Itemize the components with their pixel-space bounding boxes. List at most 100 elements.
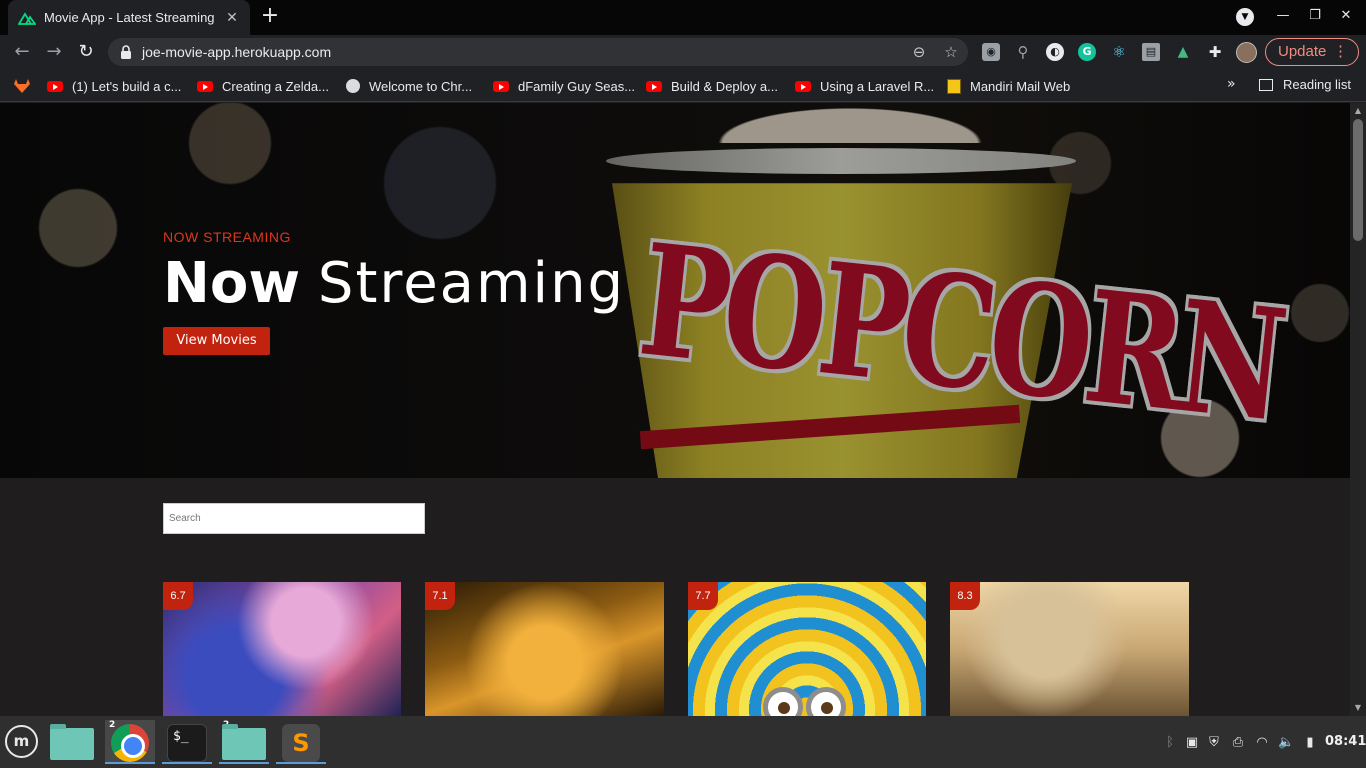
- lock-icon: [121, 45, 131, 59]
- bookmark-label: Creating a Zelda...: [222, 78, 329, 94]
- taskbar-file-manager[interactable]: 2: [219, 720, 269, 764]
- movie-card[interactable]: 7.7: [688, 582, 926, 716]
- react-devtools-extension-icon[interactable]: ⚛: [1110, 43, 1128, 61]
- mail-icon: [947, 78, 961, 94]
- extensions-puzzle-icon[interactable]: ✚: [1206, 43, 1224, 61]
- bookmark-item[interactable]: Welcome to Chr...: [346, 77, 472, 95]
- window-count-badge: 2: [109, 720, 116, 730]
- zoom-icon[interactable]: ⊖: [910, 44, 928, 62]
- bookmark-item[interactable]: dFamily Guy Seas...: [493, 77, 635, 95]
- page-scrollbar[interactable]: ▲ ▼: [1350, 103, 1366, 716]
- active-indicator: [105, 762, 155, 764]
- tab-close-icon[interactable]: ✕: [224, 10, 240, 26]
- more-bookmarks-icon[interactable]: »: [1227, 76, 1236, 92]
- minion-eye: [806, 687, 846, 716]
- document-extension-icon[interactable]: ▤: [1142, 43, 1160, 61]
- os-taskbar: m 2 $_ 2 S ᛒ ▣ ⛨ ⎙ ◠ 🔈 ▮ 08:41: [0, 716, 1366, 768]
- taskbar-files[interactable]: [47, 720, 97, 764]
- battery-icon[interactable]: ▮: [1302, 735, 1318, 751]
- clipboard-icon[interactable]: ▣: [1184, 735, 1200, 751]
- mint-menu-icon[interactable]: m: [5, 725, 38, 758]
- tab-movie-app[interactable]: Movie App - Latest Streaming ✕: [8, 0, 250, 35]
- update-button[interactable]: Update ⋮: [1265, 38, 1359, 66]
- reading-list-button[interactable]: Reading list: [1259, 77, 1351, 92]
- sublime-text-icon: S: [282, 724, 320, 762]
- view-movies-button[interactable]: View Movies: [163, 327, 270, 355]
- youtube-icon: [646, 80, 662, 92]
- terminal-icon: $_: [167, 724, 207, 762]
- running-indicator: [162, 762, 212, 764]
- window-close-icon[interactable]: ✕: [1336, 8, 1356, 26]
- rating-badge: 8.3: [950, 582, 980, 610]
- scroll-thumb[interactable]: [1353, 119, 1363, 241]
- menu-dots-icon[interactable]: ⋮: [1333, 39, 1348, 65]
- taskbar-terminal[interactable]: $_: [162, 720, 212, 764]
- youtube-icon: [795, 80, 811, 92]
- movie-poster[interactable]: [425, 582, 664, 716]
- forward-icon[interactable]: →: [42, 41, 66, 65]
- rating-badge: 7.7: [688, 582, 718, 610]
- movie-card[interactable]: 8.3: [950, 582, 1189, 716]
- search-input[interactable]: [163, 503, 425, 534]
- page-viewport: POPCORN NOW STREAMING Now Streaming View…: [0, 103, 1350, 716]
- folder-icon: [222, 724, 266, 760]
- volume-icon[interactable]: 🔈: [1278, 735, 1294, 751]
- bookmark-item[interactable]: Using a Laravel R...: [795, 77, 934, 95]
- bluetooth-icon[interactable]: ᛒ: [1162, 735, 1178, 751]
- gauge-extension-icon[interactable]: ◐: [1046, 43, 1064, 61]
- running-indicator: [276, 762, 326, 764]
- folder-icon: [50, 724, 94, 760]
- wifi-icon[interactable]: ◠: [1254, 735, 1270, 751]
- shield-icon[interactable]: ⛨: [1206, 735, 1222, 751]
- scroll-down-icon[interactable]: ▼: [1353, 703, 1363, 713]
- minimize-icon[interactable]: —: [1273, 8, 1293, 26]
- movie-poster[interactable]: [163, 582, 401, 716]
- movie-card[interactable]: 6.7: [163, 582, 401, 716]
- bookmark-item[interactable]: Build & Deploy a...: [646, 77, 778, 95]
- vue-devtools-extension-icon[interactable]: ▲: [1174, 43, 1192, 61]
- bookmark-label: dFamily Guy Seas...: [518, 78, 636, 94]
- movie-poster[interactable]: [688, 582, 926, 716]
- scroll-up-icon[interactable]: ▲: [1353, 106, 1363, 116]
- bookmark-item[interactable]: Creating a Zelda...: [197, 77, 329, 95]
- bookmark-gitlab[interactable]: [13, 77, 31, 95]
- reload-icon[interactable]: ↻: [74, 41, 98, 65]
- grammarly-extension-icon[interactable]: G: [1078, 43, 1096, 61]
- chrome-icon: [111, 724, 149, 762]
- movie-poster[interactable]: [950, 582, 1189, 716]
- running-indicator: [219, 762, 269, 764]
- bookmark-label: Build & Deploy a...: [671, 78, 778, 94]
- bookmark-item[interactable]: Mandiri Mail Web: [947, 77, 1070, 95]
- bookmarks-bar: (1) Let's build a c... Creating a Zelda.…: [0, 70, 1366, 102]
- minion-eye: [763, 687, 803, 716]
- hero-banner: POPCORN NOW STREAMING Now Streaming View…: [0, 103, 1350, 478]
- back-icon[interactable]: ←: [10, 41, 34, 65]
- youtube-icon: [197, 80, 213, 92]
- screenshot-extension-icon[interactable]: ◉: [982, 43, 1000, 61]
- location-extension-icon[interactable]: ⚲: [1014, 43, 1032, 61]
- hero-title-bold: Now: [163, 251, 301, 316]
- profile-avatar[interactable]: [1236, 42, 1257, 63]
- bookmark-item[interactable]: (1) Let's build a c...: [47, 77, 181, 95]
- taskbar-chrome[interactable]: 2: [105, 720, 155, 764]
- address-bar[interactable]: joe-movie-app.herokuapp.com ⊖ ☆: [108, 38, 968, 66]
- movie-card[interactable]: 7.1: [425, 582, 664, 716]
- globe-icon: [346, 79, 360, 93]
- new-tab-button[interactable]: +: [259, 5, 281, 28]
- update-label: Update: [1278, 43, 1327, 60]
- tab-strip: Movie App - Latest Streaming ✕ + ▼ — ❐ ✕: [0, 0, 1366, 35]
- tab-title: Movie App - Latest Streaming: [44, 10, 215, 25]
- bookmark-star-icon[interactable]: ☆: [942, 44, 960, 62]
- bookmark-label: (1) Let's build a c...: [72, 78, 182, 94]
- rating-badge: 7.1: [425, 582, 455, 610]
- url-text: joe-movie-app.herokuapp.com: [142, 44, 332, 60]
- bookmark-label: Mandiri Mail Web: [970, 78, 1071, 94]
- tab-search-icon[interactable]: ▼: [1236, 8, 1254, 26]
- printer-icon[interactable]: ⎙: [1230, 735, 1246, 751]
- reading-list-label: Reading list: [1283, 77, 1351, 92]
- clock[interactable]: 08:41: [1325, 734, 1366, 749]
- taskbar-sublime[interactable]: S: [276, 720, 326, 764]
- hero-title-light: Streaming: [317, 251, 626, 316]
- hero-kicker: NOW STREAMING: [163, 229, 291, 245]
- maximize-icon[interactable]: ❐: [1305, 8, 1325, 26]
